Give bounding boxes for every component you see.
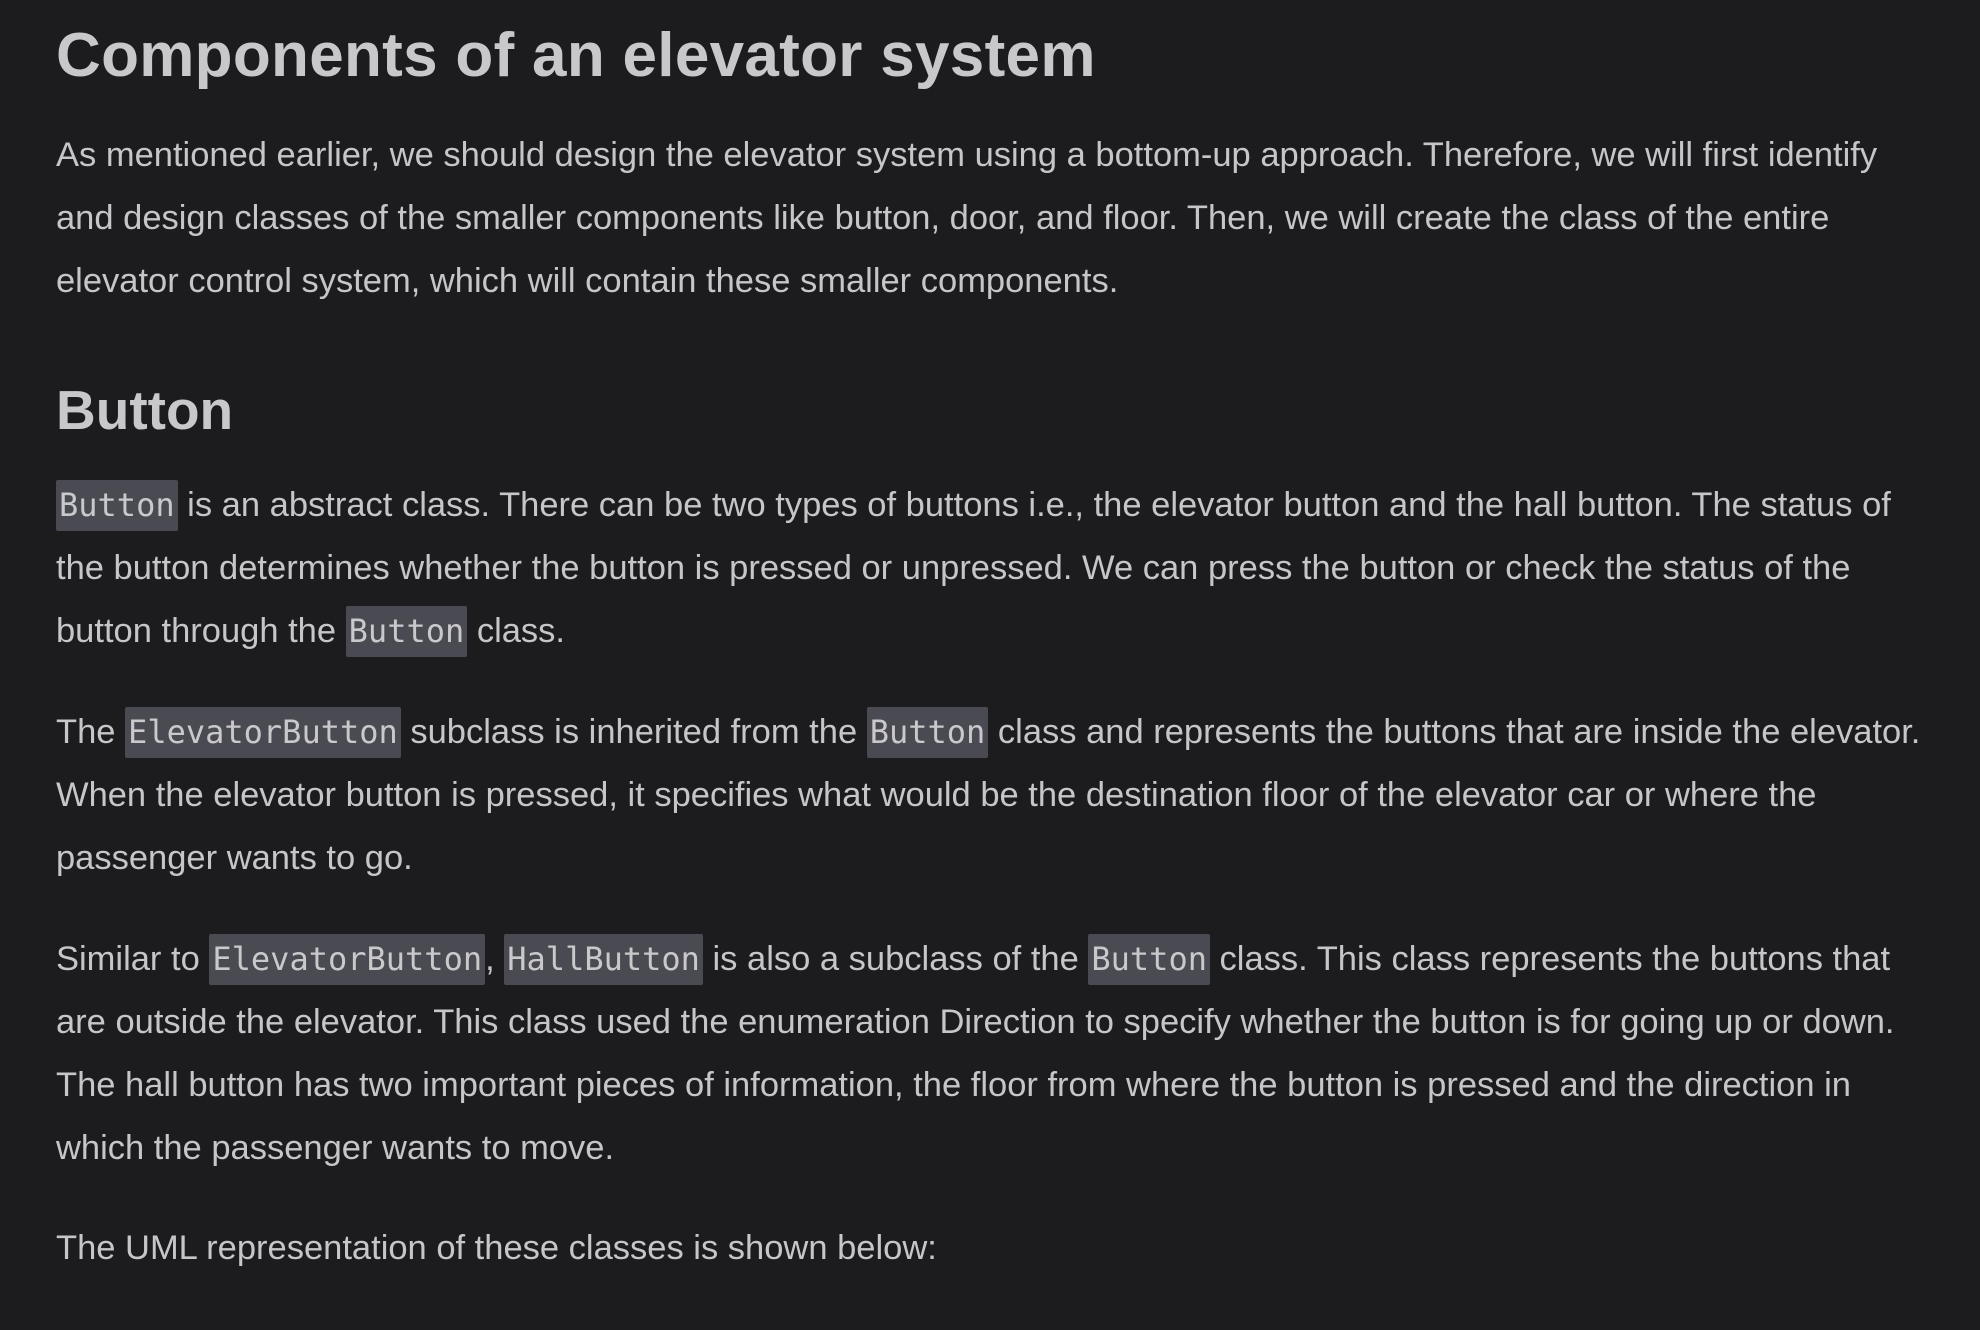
button-paragraph-2: The ElevatorButton subclass is inherited… xyxy=(56,701,1924,890)
inline-code: ElevatorButton xyxy=(125,707,401,758)
paragraph-text: is an abstract class. There can be two t… xyxy=(56,486,1891,650)
button-paragraph-3: Similar to ElevatorButton, HallButton is… xyxy=(56,928,1924,1180)
page-title: Components of an elevator system xyxy=(56,21,1096,90)
inline-code: Button xyxy=(866,707,989,758)
paragraph-text: Similar to xyxy=(56,940,210,978)
button-paragraph-1: Button is an abstract class. There can b… xyxy=(56,474,1924,663)
paragraph-text: is also a subclass of the xyxy=(702,940,1089,978)
uml-intro-paragraph: The UML representation of these classes … xyxy=(56,1229,937,1267)
intro-paragraph: As mentioned earlier, we should design t… xyxy=(56,136,1878,300)
inline-code: Button xyxy=(1088,934,1210,985)
inline-code: HallButton xyxy=(504,934,703,985)
inline-code: Button xyxy=(56,480,178,531)
paragraph-text: , xyxy=(485,940,505,978)
paragraph-text: The xyxy=(56,713,126,751)
inline-code: ElevatorButton xyxy=(209,934,486,985)
paragraph-text: subclass is inherited from the xyxy=(400,713,867,751)
paragraph-text: class. xyxy=(467,612,566,650)
inline-code: Button xyxy=(345,606,468,657)
article: Components of an elevator system As ment… xyxy=(0,0,1980,1280)
section-heading-button: Button xyxy=(56,379,234,441)
